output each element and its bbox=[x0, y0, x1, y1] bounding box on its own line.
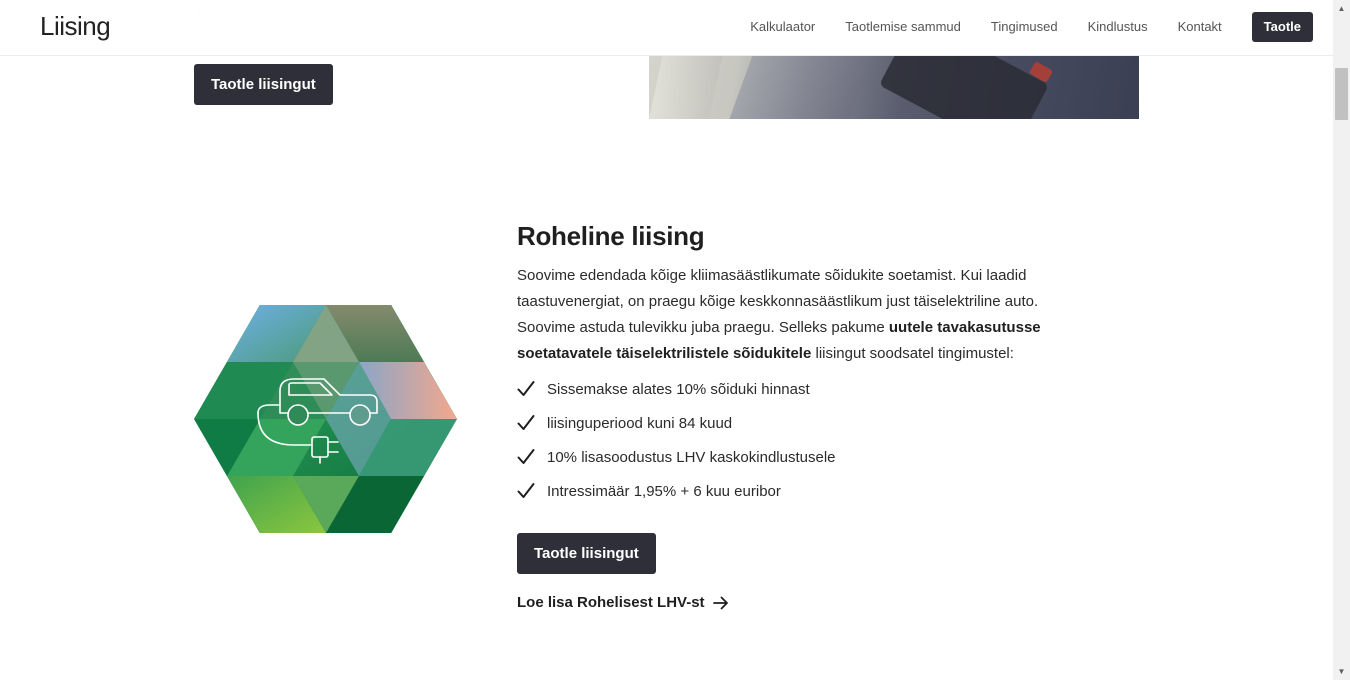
logo[interactable]: Liising bbox=[40, 11, 111, 42]
list-item: liisinguperiood kuni 84 kuud bbox=[517, 412, 1077, 446]
scroll-down-icon[interactable]: ▼ bbox=[1333, 663, 1350, 680]
apply-button-header[interactable]: Taotle bbox=[1251, 12, 1313, 42]
intro-text-end: liisingut soodsatel tingimustel: bbox=[811, 345, 1014, 362]
read-more-label: Loe lisa Rohelisest LHV-st bbox=[517, 594, 705, 611]
apply-leasing-button-previous[interactable]: Taotle liisingut bbox=[194, 64, 333, 105]
section-intro: Soovime edendada kõige kliimasäästlikuma… bbox=[517, 263, 1097, 367]
scroll-thumb[interactable] bbox=[1335, 68, 1348, 120]
nav-item-application-steps[interactable]: Taotlemise sammud bbox=[845, 12, 961, 42]
feature-text: Intressimäär 1,95% + 6 kuu euribor bbox=[547, 483, 781, 500]
nav-item-terms[interactable]: Tingimused bbox=[991, 12, 1058, 42]
list-item: 10% lisasoodustus LHV kaskokindlustusele bbox=[517, 446, 1077, 480]
read-more-link[interactable]: Loe lisa Rohelisest LHV-st bbox=[517, 594, 729, 611]
check-icon bbox=[517, 449, 535, 464]
site-header: Liising Kalkulaator Taotlemise sammud Ti… bbox=[0, 0, 1333, 56]
page-scrollbar[interactable]: ▲ ▼ bbox=[1333, 0, 1350, 680]
arrow-right-icon bbox=[712, 596, 728, 609]
feature-text: Sissemakse alates 10% sõiduki hinnast bbox=[547, 381, 810, 398]
feature-text: 10% lisasoodustus LHV kaskokindlustusele bbox=[547, 449, 836, 466]
check-icon bbox=[517, 483, 535, 498]
nav-item-insurance[interactable]: Kindlustus bbox=[1088, 12, 1148, 42]
list-item: Intressimäär 1,95% + 6 kuu euribor bbox=[517, 480, 1077, 514]
feature-text: liisinguperiood kuni 84 kuud bbox=[547, 415, 733, 432]
electric-car-plug-icon bbox=[194, 305, 457, 533]
section-title: Roheline liising bbox=[517, 221, 705, 251]
check-icon bbox=[517, 415, 535, 430]
main-nav: Kalkulaator Taotlemise sammud Tingimused… bbox=[720, 12, 1313, 42]
nav-item-calculator[interactable]: Kalkulaator bbox=[750, 12, 815, 42]
scroll-up-icon[interactable]: ▲ bbox=[1333, 0, 1350, 17]
previous-section-image bbox=[649, 55, 1139, 119]
apply-leasing-button[interactable]: Taotle liisingut bbox=[517, 533, 656, 574]
check-icon bbox=[517, 381, 535, 396]
list-item: Sissemakse alates 10% sõiduki hinnast bbox=[517, 378, 1077, 412]
feature-list: Sissemakse alates 10% sõiduki hinnast li… bbox=[517, 378, 1077, 514]
nav-item-contact[interactable]: Kontakt bbox=[1178, 12, 1222, 42]
